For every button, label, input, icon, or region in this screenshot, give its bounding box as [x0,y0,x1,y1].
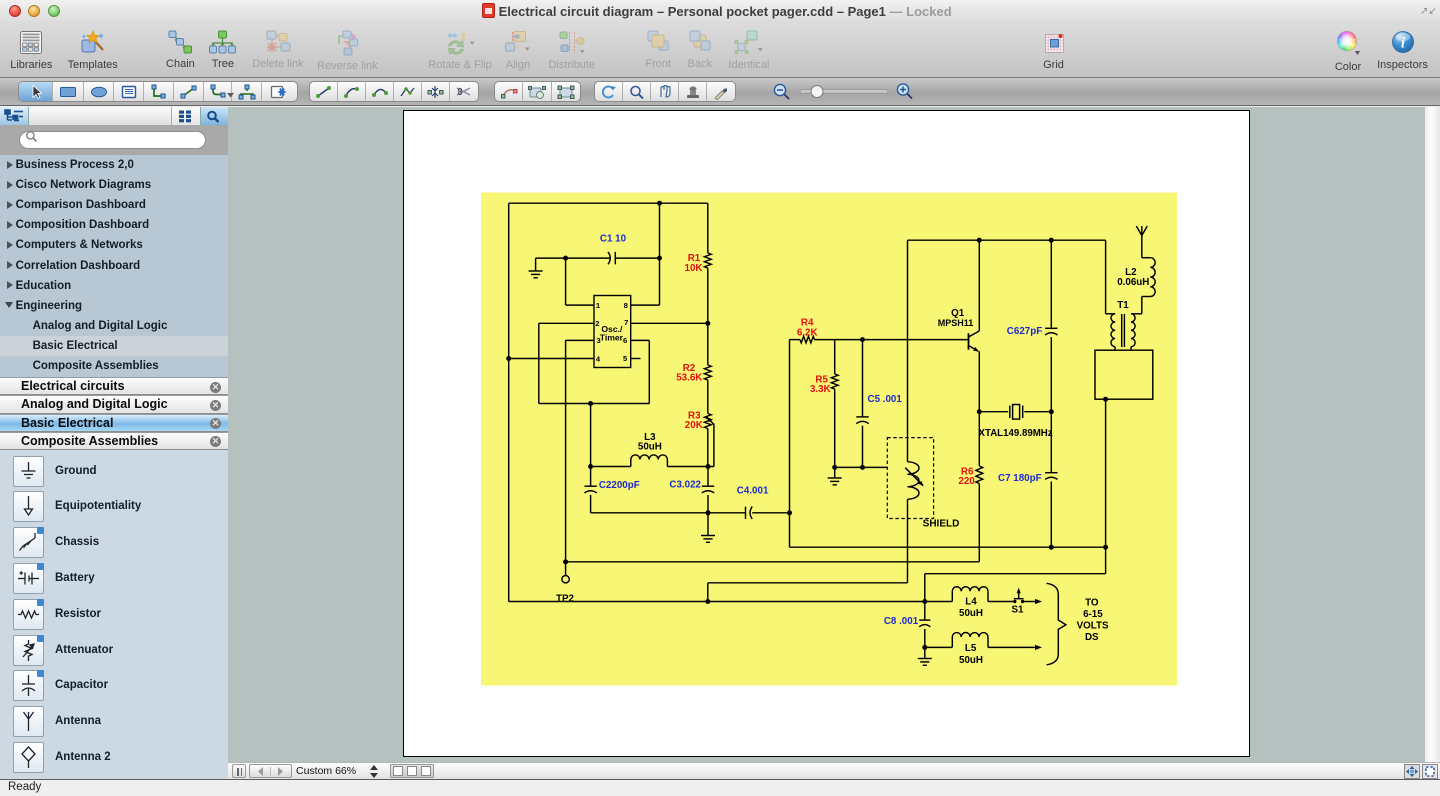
svg-text:TO: TO [1085,598,1099,609]
svg-text:2: 2 [595,319,599,328]
svg-text:6: 6 [623,336,627,345]
svg-text:TP2: TP2 [556,594,575,605]
svg-text:C1 10: C1 10 [600,234,627,245]
svg-text:3.3K: 3.3K [810,384,831,395]
svg-text:8: 8 [624,301,628,310]
svg-text:50uH: 50uH [959,655,983,666]
svg-text:220: 220 [958,476,975,487]
svg-text:3: 3 [596,336,600,345]
svg-text:50uH: 50uH [959,608,983,619]
svg-text:VOLTS: VOLTS [1077,621,1109,632]
svg-text:XTAL149.89MHz: XTAL149.89MHz [979,428,1053,439]
svg-text:Timer: Timer [600,333,624,343]
svg-text:DS: DS [1085,632,1099,643]
svg-text:S1: S1 [1012,604,1025,615]
svg-text:53.6K: 53.6K [676,373,702,384]
svg-text:6.2K: 6.2K [797,327,818,338]
svg-text:C627pF: C627pF [1007,326,1042,337]
svg-text:20K: 20K [685,420,703,431]
svg-text:C5 .001: C5 .001 [868,394,903,405]
svg-text:6-15: 6-15 [1083,609,1103,620]
svg-text:C8 .001: C8 .001 [884,616,919,627]
svg-text:7: 7 [624,318,628,327]
svg-text:T1: T1 [1117,300,1129,311]
svg-text:C7 180pF: C7 180pF [998,473,1042,484]
svg-text:L5: L5 [965,643,977,654]
svg-text:50uH: 50uH [638,442,662,453]
svg-text:C3.022: C3.022 [669,480,701,491]
svg-text:MPSH11: MPSH11 [938,318,974,328]
svg-text:C4.001: C4.001 [737,486,769,497]
svg-text:10K: 10K [685,263,703,274]
svg-text:0.06uH: 0.06uH [1117,277,1149,288]
svg-text:SHIELD: SHIELD [923,519,960,530]
svg-text:C2200pF: C2200pF [599,480,640,491]
svg-text:L4: L4 [965,597,977,608]
